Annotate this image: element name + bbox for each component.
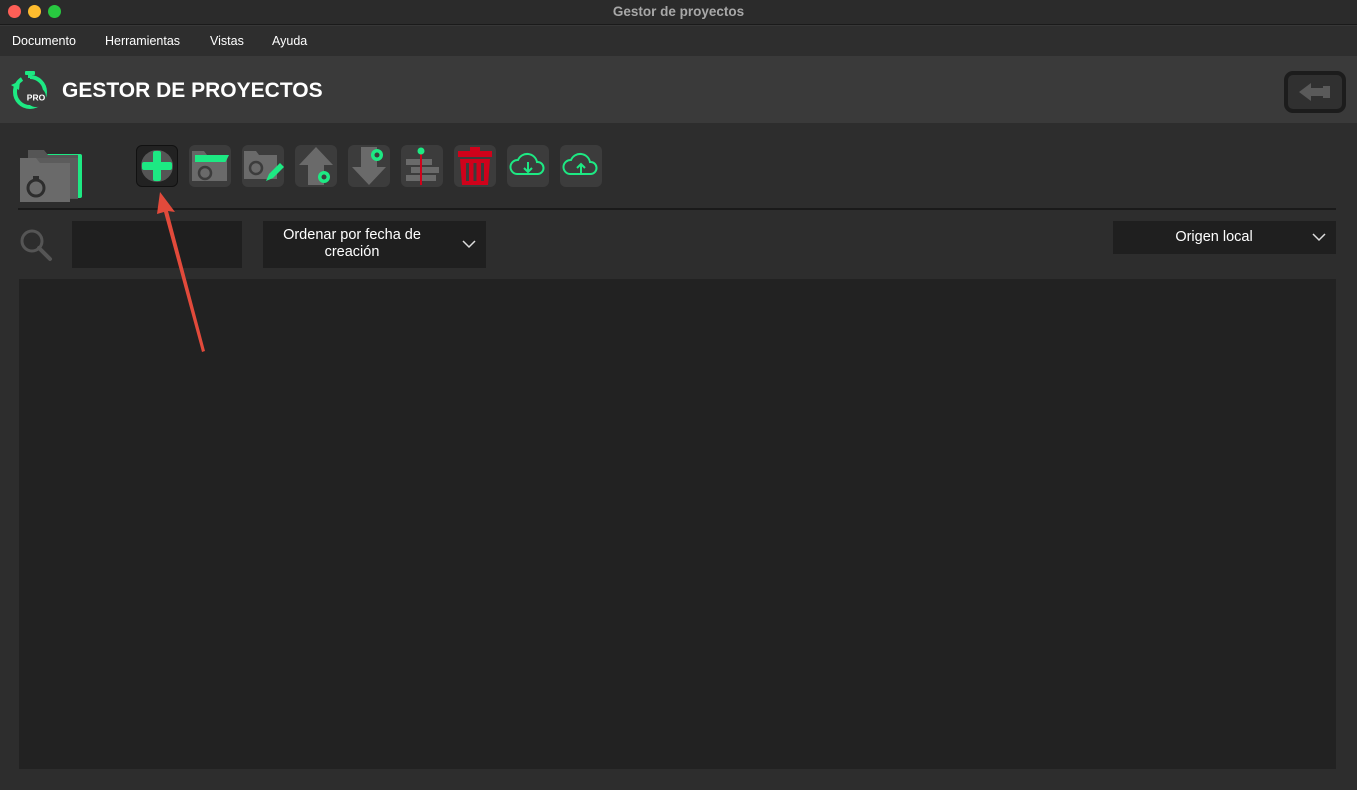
title-bar: Gestor de proyectos (0, 0, 1357, 25)
toolbar-divider (18, 208, 1336, 210)
menu-herramientas[interactable]: Herramientas (105, 34, 180, 48)
window-title: Gestor de proyectos (612, 4, 745, 19)
origin-select[interactable]: Origen local (1113, 221, 1336, 254)
app-logo: PRO (10, 71, 50, 111)
edit-project-button[interactable] (242, 145, 284, 187)
annotation-arrow-icon (157, 192, 205, 352)
arrow-left-icon (1299, 83, 1330, 101)
projects-folder-icon (18, 148, 84, 209)
logo-badge: PRO (27, 93, 46, 103)
menu-vistas[interactable]: Vistas (210, 34, 244, 48)
cloud-download-button[interactable] (507, 145, 549, 187)
new-project-button[interactable] (136, 145, 178, 187)
export-icon (299, 147, 333, 185)
cloud-upload-icon (562, 152, 598, 175)
back-button[interactable] (1284, 71, 1346, 113)
search-icon (18, 227, 54, 268)
open-project-button[interactable] (189, 145, 231, 187)
sort-select[interactable]: Ordenar por fecha de creación (263, 221, 486, 268)
open-folder-icon (192, 151, 229, 181)
chevron-down-icon (1312, 233, 1326, 242)
stack-icon (406, 147, 439, 185)
cloud-upload-button[interactable] (560, 145, 602, 187)
trash-icon (458, 147, 492, 185)
delete-project-button[interactable] (454, 145, 496, 187)
merge-project-button[interactable] (401, 145, 443, 187)
import-icon (352, 147, 386, 185)
cloud-download-icon (509, 152, 545, 175)
menu-documento[interactable]: Documento (12, 34, 76, 48)
origin-select-value: Origen local (1175, 229, 1253, 245)
edit-folder-icon (244, 151, 284, 181)
app-window: Gestor de proyectos Documento Herramient… (0, 0, 1357, 790)
sort-select-value: Ordenar por fecha de creación (283, 227, 421, 260)
chevron-down-icon (462, 240, 476, 249)
menu-bar: Documento Herramientas Vistas Ayuda (0, 26, 1357, 56)
projects-list[interactable] (19, 279, 1336, 769)
page-title: GESTOR DE PROYECTOS (62, 79, 323, 102)
app-header: PRO GESTOR DE PROYECTOS (0, 56, 1357, 123)
export-project-button[interactable] (295, 145, 337, 187)
menu-ayuda[interactable]: Ayuda (272, 34, 307, 48)
import-project-button[interactable] (348, 145, 390, 187)
plus-icon (141, 150, 173, 182)
